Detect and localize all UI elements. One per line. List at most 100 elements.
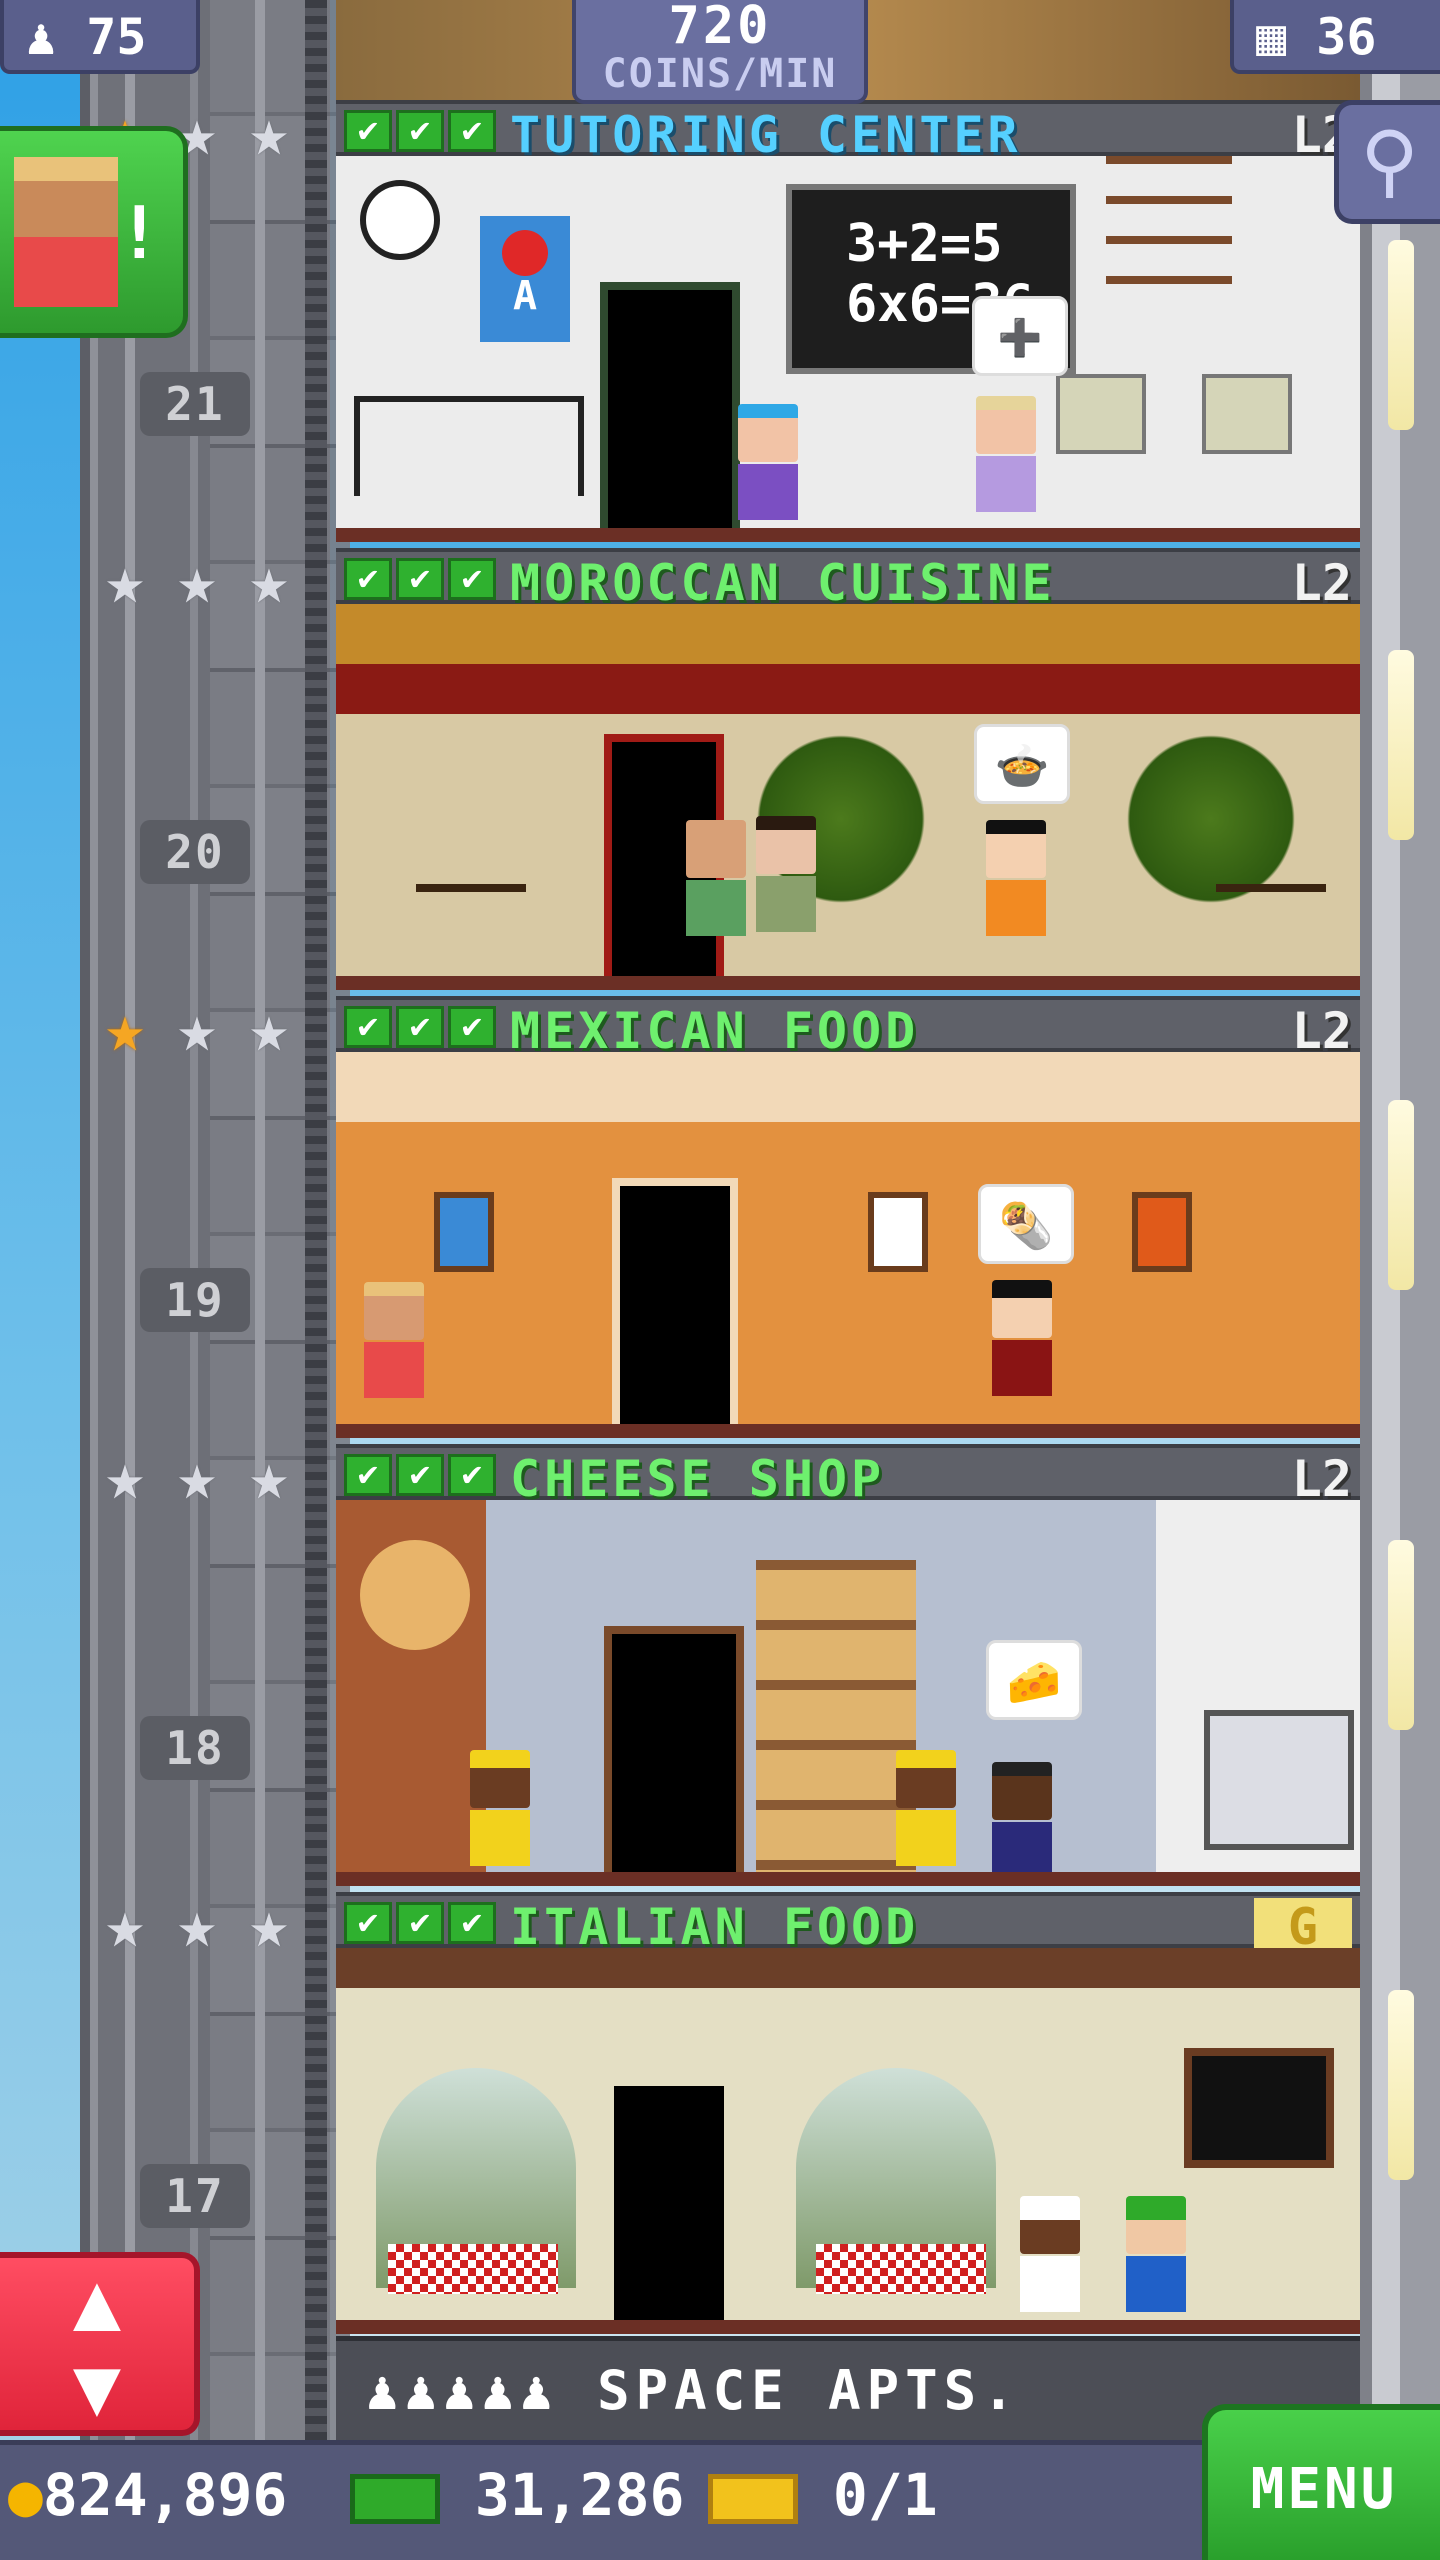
elevator-button[interactable]: ▲ ▼ — [0, 2252, 200, 2436]
check-icon: ✔ — [344, 1454, 392, 1496]
speech-bubble[interactable]: 🧀 — [986, 1640, 1082, 1720]
floor-room[interactable]: 🧀 — [336, 1500, 1360, 1886]
ticket-icon — [708, 2473, 798, 2524]
search-button[interactable]: ⚲ — [1334, 100, 1440, 224]
bookshelf — [1106, 156, 1232, 316]
star-icon: ★ — [249, 542, 289, 619]
chef-person[interactable] — [1020, 2196, 1080, 2312]
star-icon: ★ — [105, 1438, 145, 1515]
check-icon: ✔ — [396, 558, 444, 600]
coins-per-min-label: COINS/MIN — [602, 51, 838, 97]
up-down-arrows-icon: ▲ ▼ — [72, 2254, 122, 2433]
visitor-person[interactable] — [686, 820, 746, 936]
floor-tutoring-center[interactable]: ✔ ✔ ✔ TUTORING CENTER L2 A 3+2=5 6x6=36 … — [336, 100, 1360, 548]
wall-picture — [1132, 1192, 1192, 1272]
coins-per-min-display: 720 COINS/MIN — [572, 0, 868, 104]
room-door[interactable] — [600, 282, 740, 542]
star-icon: ★ — [105, 990, 145, 1067]
population-counter[interactable]: ♟ 75 — [0, 0, 200, 74]
floor-name: ♟♟♟♟♟ SPACE APTS. — [366, 2359, 1021, 2422]
floor-17-stars: ★ ★ ★ — [92, 1892, 302, 1958]
checkered-table — [388, 2244, 558, 2294]
tower-window — [1388, 650, 1414, 840]
floor-room[interactable]: 🌯 — [336, 1052, 1360, 1438]
floor-mexican-food[interactable]: ✔ ✔ ✔ MEXICAN FOOD L2 🌯 — [336, 996, 1360, 1444]
check-icon: ✔ — [396, 1006, 444, 1048]
game-screen: ★ ★ ★ 21 ★ ★ ★ 20 ★ ★ ★ 19 ★ ★ ★ 18 ★ ★ … — [0, 0, 1440, 2560]
floor-checks: ✔ ✔ ✔ — [344, 1454, 496, 1496]
floor-checks: ✔ ✔ ✔ — [344, 1902, 496, 1944]
star-icon: ★ — [177, 1886, 217, 1963]
tower-window — [1388, 1540, 1414, 1730]
visitor-person[interactable] — [364, 1282, 424, 1398]
floor-header: ✔ ✔ ✔ TUTORING CENTER L2 — [336, 100, 1360, 164]
speech-bubble[interactable]: 🌯 — [978, 1184, 1074, 1264]
check-icon: ✔ — [344, 1006, 392, 1048]
display-case — [1204, 1710, 1354, 1850]
shaft-ladder — [305, 0, 327, 2440]
visitor-person[interactable] — [470, 1750, 530, 1866]
floor-checks: ✔ ✔ ✔ — [344, 558, 496, 600]
star-icon: ★ — [105, 1886, 145, 1963]
visitor-person[interactable] — [756, 816, 816, 932]
menu-button[interactable]: MENU — [1202, 2404, 1440, 2560]
wall-picture — [434, 1192, 494, 1272]
room-door[interactable] — [606, 2078, 732, 2334]
visitor-person[interactable] — [992, 1280, 1052, 1396]
visitor-person[interactable] — [986, 820, 1046, 936]
visitor-notification-button[interactable]: ! — [0, 126, 188, 338]
person-icon: ♟ — [26, 8, 57, 66]
floor-room[interactable] — [336, 1948, 1360, 2334]
floor-counter[interactable]: ▦ 36 — [1230, 0, 1440, 74]
floor-number: 19 — [140, 1268, 250, 1332]
visitor-person[interactable] — [738, 404, 798, 520]
floor-header: ✔ ✔ ✔ MEXICAN FOOD L2 — [336, 996, 1360, 1060]
star-icon: ★ — [249, 1438, 289, 1515]
floor-number: 18 — [140, 1716, 250, 1780]
tickets-counter[interactable]: 0/1 — [708, 2461, 938, 2529]
wall-picture — [868, 1192, 928, 1272]
floor-cheese-shop[interactable]: ✔ ✔ ✔ CHEESE SHOP L2 🧀 — [336, 1444, 1360, 1892]
alert-icon: ! — [117, 191, 161, 275]
visitor-person[interactable] — [976, 396, 1036, 512]
speech-bubble[interactable]: 🍲 — [974, 724, 1070, 804]
visitor-person[interactable] — [896, 1750, 956, 1866]
dining-table — [1216, 884, 1326, 964]
check-icon: ✔ — [396, 1454, 444, 1496]
tower-window — [1388, 1100, 1414, 1290]
tower-window — [1388, 1990, 1414, 2180]
floor-number: 21 — [140, 372, 250, 436]
shaft-rail-left — [125, 0, 135, 2440]
check-icon: ✔ — [448, 1902, 496, 1944]
floor-18-stars: ★ ★ ★ — [92, 1444, 302, 1510]
floor-number: 17 — [140, 2164, 250, 2228]
floor-room[interactable]: A 3+2=5 6x6=36 ➕ — [336, 156, 1360, 542]
floor-20-stars: ★ ★ ★ — [92, 548, 302, 614]
apple-poster: A — [480, 216, 570, 342]
floor-moroccan-cuisine[interactable]: ✔ ✔ ✔ MOROCCAN CUISINE L2 🍲 — [336, 548, 1360, 996]
clock-icon — [360, 180, 440, 260]
check-icon: ✔ — [396, 1902, 444, 1944]
floor-header: ✔ ✔ ✔ CHEESE SHOP L2 — [336, 1444, 1360, 1508]
star-icon: ★ — [105, 542, 145, 619]
floor-trim — [336, 976, 1360, 990]
room-door[interactable] — [612, 1178, 738, 1438]
apple-icon — [502, 230, 548, 276]
elevator-shaft[interactable] — [80, 0, 350, 2440]
coins-counter[interactable]: ●824,896 — [8, 2461, 287, 2529]
floor-trim — [336, 2320, 1360, 2334]
visitor-avatar — [14, 157, 118, 307]
speech-bubble[interactable]: ➕ — [972, 296, 1068, 376]
population-value: 75 — [86, 8, 147, 66]
check-icon: ✔ — [344, 1902, 392, 1944]
bux-counter[interactable]: 31,286 — [350, 2461, 684, 2529]
computer-icon — [1202, 374, 1292, 454]
room-door[interactable] — [604, 1626, 744, 1886]
visitor-person[interactable] — [1126, 2196, 1186, 2312]
star-icon: ★ — [249, 1886, 289, 1963]
check-icon: ✔ — [448, 110, 496, 152]
floor-trim — [336, 1872, 1360, 1886]
visitor-person[interactable] — [992, 1762, 1052, 1878]
floor-italian-food[interactable]: ✔ ✔ ✔ ITALIAN FOOD G — [336, 1892, 1360, 2340]
floor-room[interactable]: 🍲 — [336, 604, 1360, 990]
